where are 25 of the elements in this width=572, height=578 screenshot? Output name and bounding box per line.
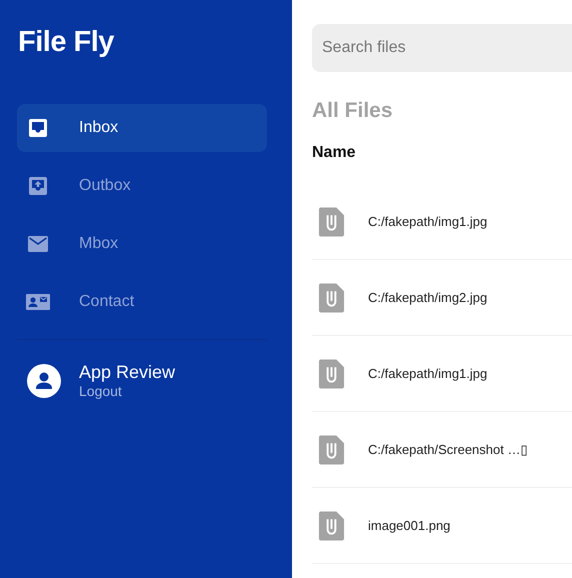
attachment-file-icon [318, 282, 345, 314]
nav-item[interactable]: Mbox [17, 220, 267, 268]
upload-tray-icon [27, 175, 49, 197]
attachment-file-icon [318, 510, 345, 542]
column-header[interactable]: Name [312, 144, 356, 161]
contact-card-icon [26, 291, 50, 313]
section-heading: All Files [312, 99, 394, 124]
user-name: App Review [79, 362, 176, 383]
file-name[interactable]: C:/fakepath/img1.jpg [368, 366, 488, 381]
file-name[interactable]: image001.png [368, 518, 450, 533]
mail-icon [27, 233, 49, 255]
search-field[interactable]: Search files [312, 24, 572, 72]
attachment-file-icon [318, 206, 345, 238]
nav-item[interactable]: Outbox [17, 162, 267, 210]
nav-item[interactable]: Contact [17, 278, 267, 326]
attachment-file-icon [318, 358, 345, 390]
file-name[interactable]: C:/fakepath/img1.jpg [368, 214, 488, 229]
file-name[interactable]: C:/fakepath/img2.jpg [368, 290, 488, 305]
avatar-icon [27, 364, 61, 398]
app-title: File Fly [17, 26, 116, 60]
file-name[interactable]: C:/fakepath/Screenshot …▯ [368, 442, 528, 457]
inbox-icon [27, 117, 49, 139]
attachment-file-icon [318, 434, 345, 466]
nav-item[interactable]: Inbox [17, 104, 267, 152]
logout-link[interactable]: Logout [79, 383, 176, 399]
